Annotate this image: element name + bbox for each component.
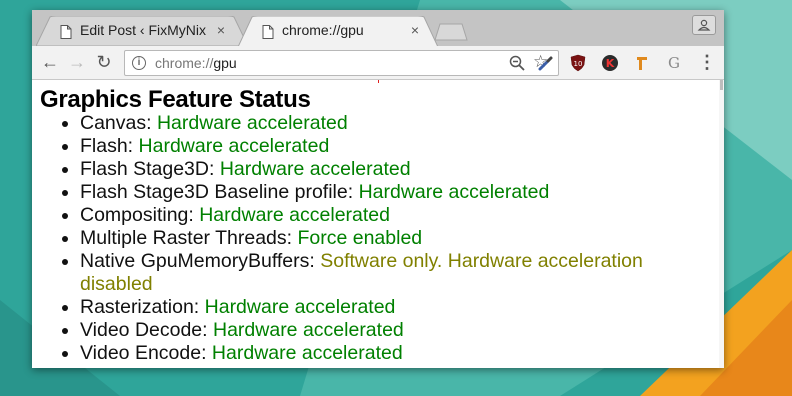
tab-chrome-gpu[interactable]: chrome://gpu × (238, 16, 438, 47)
url-host: gpu (213, 55, 237, 71)
tab-strip: Edit Post ‹ FixMyNix × chrome://gpu × (32, 10, 724, 47)
feature-status: Hardware accelerated (138, 135, 330, 157)
feature-item: Video Encode: Hardware accelerated (80, 342, 690, 365)
svg-text:10: 10 (574, 60, 583, 68)
feature-status: Hardware accelerated (211, 342, 403, 364)
url-text: chrome://gpu (155, 55, 237, 71)
page-icon (262, 25, 274, 39)
scrollbar-thumb[interactable] (720, 80, 723, 90)
page-icon (60, 25, 72, 39)
feature-item: Flash Stage3D Baseline profile: Hardware… (80, 181, 690, 204)
feature-item: Video Decode: Hardware accelerated (80, 319, 690, 342)
profile-button[interactable] (692, 15, 716, 35)
vertical-scrollbar[interactable] (719, 80, 724, 368)
feature-item: Rasterization: Hardware accelerated (80, 296, 690, 319)
feature-status: Hardware accelerated (213, 319, 404, 341)
feature-name: Canvas: (80, 112, 157, 134)
browser-toolbar: ← → ↻ i chrome://gpu ☆ 10 K G ⋮ (32, 46, 724, 80)
ublock-icon[interactable]: 10 (569, 54, 587, 72)
k-extension-icon[interactable]: K (601, 54, 619, 72)
info-icon[interactable]: i (132, 56, 146, 70)
page-title: Graphics Feature Status (40, 86, 311, 113)
browser-window: Edit Post ‹ FixMyNix × chrome://gpu × ← … (32, 10, 724, 368)
feature-status: Hardware accelerated (204, 296, 396, 318)
forward-button[interactable]: → (67, 52, 87, 72)
zoom-out-icon[interactable] (509, 55, 525, 71)
feature-item: Canvas: Hardware accelerated (80, 112, 690, 135)
feature-name: Flash Stage3D Baseline profile: (80, 181, 359, 203)
pin-extension-icon[interactable] (633, 54, 651, 72)
feature-name: Video Encode: (80, 342, 212, 364)
feature-item: Flash Stage3D: Hardware accelerated (80, 158, 690, 181)
tab-close-button[interactable]: × (214, 22, 228, 38)
feature-name: Rasterization: (80, 296, 205, 318)
tab-title: Edit Post ‹ FixMyNix (80, 22, 207, 38)
feature-status: Hardware accelerated (358, 181, 550, 203)
page-content: Graphics Feature Status Canvas: Hardware… (32, 80, 724, 368)
feature-item: Multiple Raster Threads: Force enabled (80, 227, 690, 250)
new-tab-button[interactable] (434, 23, 468, 41)
tab-edit-post[interactable]: Edit Post ‹ FixMyNix × (36, 16, 248, 46)
svg-text:K: K (606, 57, 615, 70)
grammarly-icon[interactable]: G (665, 54, 683, 72)
feature-item: Native GpuMemoryBuffers: Software only. … (80, 250, 690, 296)
tab-close-button[interactable]: × (408, 22, 422, 38)
svg-text:G: G (668, 54, 680, 72)
feature-status: Force enabled (297, 227, 423, 249)
feature-name: Compositing: (80, 204, 200, 226)
back-button[interactable]: ← (40, 52, 60, 72)
feature-name: Native GpuMemoryBuffers: (80, 250, 321, 272)
eyedropper-icon[interactable] (537, 54, 555, 72)
chrome-menu-button[interactable]: ⋮ (698, 53, 716, 73)
reload-button[interactable]: ↻ (94, 52, 114, 72)
url-scheme: chrome:// (155, 55, 214, 71)
feature-item: Flash: Hardware accelerated (80, 135, 690, 158)
feature-name: Flash: (80, 135, 139, 157)
red-marker (378, 80, 379, 83)
feature-name: Video Decode: (80, 319, 213, 341)
feature-status-list: Canvas: Hardware acceleratedFlash: Hardw… (40, 112, 690, 365)
feature-status: Hardware accelerated (156, 112, 348, 134)
feature-status: Hardware accelerated (199, 204, 390, 226)
feature-status: Hardware accelerated (219, 158, 411, 180)
feature-item: Compositing: Hardware accelerated (80, 204, 690, 227)
feature-name: Flash Stage3D: (80, 158, 220, 180)
feature-name: Multiple Raster Threads: (80, 227, 298, 249)
address-bar[interactable]: i chrome://gpu ☆ (124, 50, 559, 76)
person-icon (697, 19, 711, 31)
tab-title: chrome://gpu (282, 22, 364, 38)
